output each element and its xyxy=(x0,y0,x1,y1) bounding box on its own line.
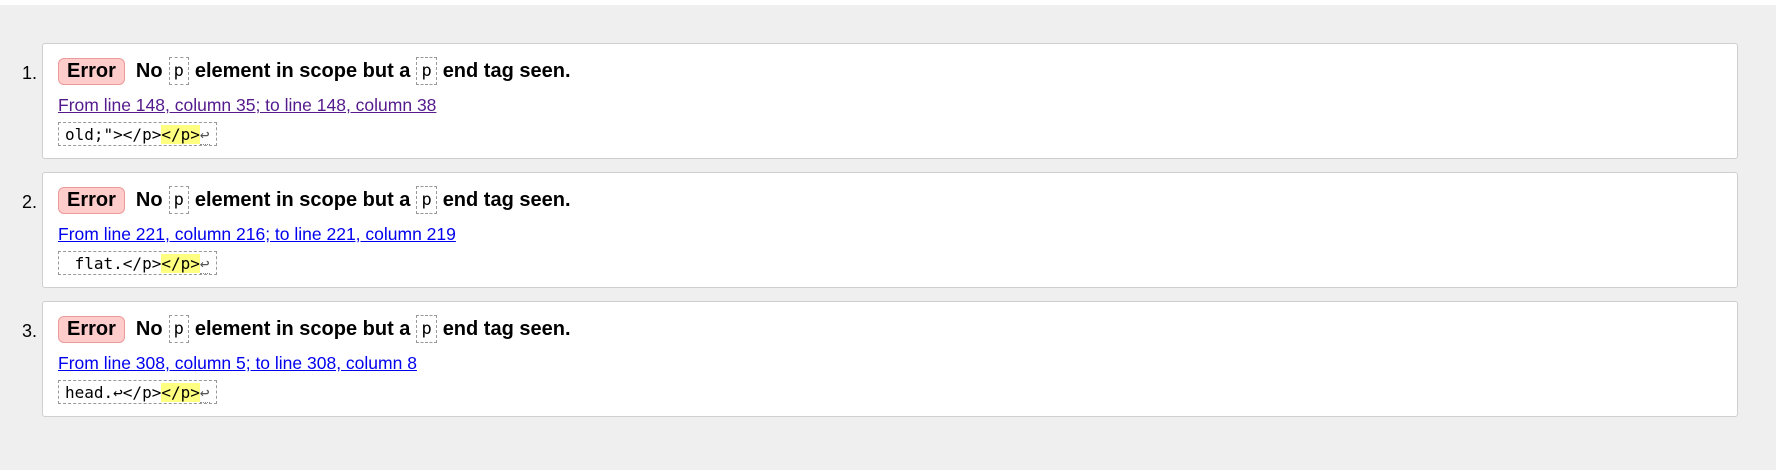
message-code-1: p xyxy=(168,186,189,214)
error-badge: Error xyxy=(58,315,125,343)
code-extract: flat.</p></p>↩ xyxy=(58,251,217,275)
line-feed-icon: ↩ xyxy=(199,125,210,145)
location-link[interactable]: From line 148, column 35; to line 148, c… xyxy=(58,95,436,116)
message-item: Error No p element in scope but a p end … xyxy=(42,43,1738,159)
message-code-1: p xyxy=(168,57,189,85)
message-number: 3. xyxy=(22,321,38,341)
code-extract: head.↩</p></p>↩ xyxy=(58,380,217,404)
location-link[interactable]: From line 221, column 216; to line 221, … xyxy=(58,224,456,245)
line-feed-icon: ↩ xyxy=(199,383,210,403)
message-text-before: No xyxy=(135,188,163,211)
message-item: Error No p element in scope but a p end … xyxy=(42,172,1738,288)
message-text-middle: element in scope but a xyxy=(194,59,411,82)
message-text: Error No p element in scope but a p end … xyxy=(58,314,571,344)
message-code-2: p xyxy=(416,315,437,343)
message-code-2: p xyxy=(416,57,437,85)
message-text-middle: element in scope but a xyxy=(194,188,411,211)
message-code-1: p xyxy=(168,315,189,343)
message-text: Error No p element in scope but a p end … xyxy=(58,185,571,215)
message-text-before: No xyxy=(135,59,163,82)
message-text-after: end tag seen. xyxy=(442,59,571,82)
extract-before: head.↩</p> xyxy=(65,383,162,402)
message-number: 2. xyxy=(22,192,38,212)
message-code-2: p xyxy=(416,186,437,214)
message-text-after: end tag seen. xyxy=(442,188,571,211)
message-text-middle: element in scope but a xyxy=(194,317,411,340)
message-text: Error No p element in scope but a p end … xyxy=(58,56,571,86)
results-panel: 1. Error No p element in scope but a p e… xyxy=(0,5,1776,470)
extract-highlight: </p> xyxy=(161,125,200,144)
message-item: Error No p element in scope but a p end … xyxy=(42,301,1738,417)
message-text-before: No xyxy=(135,317,163,340)
error-badge: Error xyxy=(58,57,125,85)
extract-highlight: </p> xyxy=(161,383,200,402)
message-text-after: end tag seen. xyxy=(442,317,571,340)
line-feed-icon: ↩ xyxy=(199,254,210,274)
location-link[interactable]: From line 308, column 5; to line 308, co… xyxy=(58,353,417,374)
extract-before: flat.</p> xyxy=(65,254,162,273)
extract-highlight: </p> xyxy=(161,254,200,273)
code-extract: old;"></p></p>↩ xyxy=(58,122,217,146)
extract-before: old;"></p> xyxy=(65,125,162,144)
message-number: 1. xyxy=(22,63,38,83)
error-badge: Error xyxy=(58,186,125,214)
